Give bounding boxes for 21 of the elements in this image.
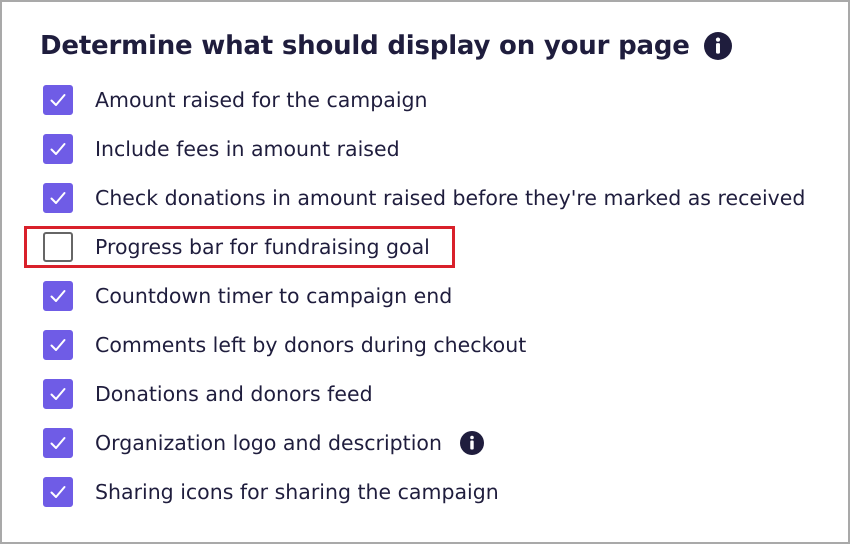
- option-label: Sharing icons for sharing the campaign: [95, 480, 499, 504]
- option-label: Countdown timer to campaign end: [95, 284, 452, 308]
- checkbox[interactable]: [43, 330, 73, 360]
- checkbox[interactable]: [43, 232, 73, 262]
- section-title: Determine what should display on your page: [40, 31, 690, 61]
- option-label: Organization logo and description: [95, 431, 442, 455]
- checkbox[interactable]: [43, 183, 73, 213]
- option-label: Comments left by donors during checkout: [95, 333, 526, 357]
- option-label: Check donations in amount raised before they're marked as received: [95, 186, 806, 210]
- checkbox[interactable]: [43, 477, 73, 507]
- checkbox[interactable]: [43, 85, 73, 115]
- option-label: Amount raised for the campaign: [95, 88, 428, 112]
- checkbox[interactable]: [43, 281, 73, 311]
- checkbox[interactable]: [43, 379, 73, 409]
- option-label: Progress bar for fundraising goal: [95, 235, 430, 259]
- checkbox[interactable]: [43, 428, 73, 458]
- option-label: Donations and donors feed: [95, 382, 373, 406]
- option-label: Include fees in amount raised: [95, 137, 400, 161]
- info-icon[interactable]: [460, 431, 484, 455]
- checkbox[interactable]: [43, 134, 73, 164]
- info-icon[interactable]: [704, 32, 732, 60]
